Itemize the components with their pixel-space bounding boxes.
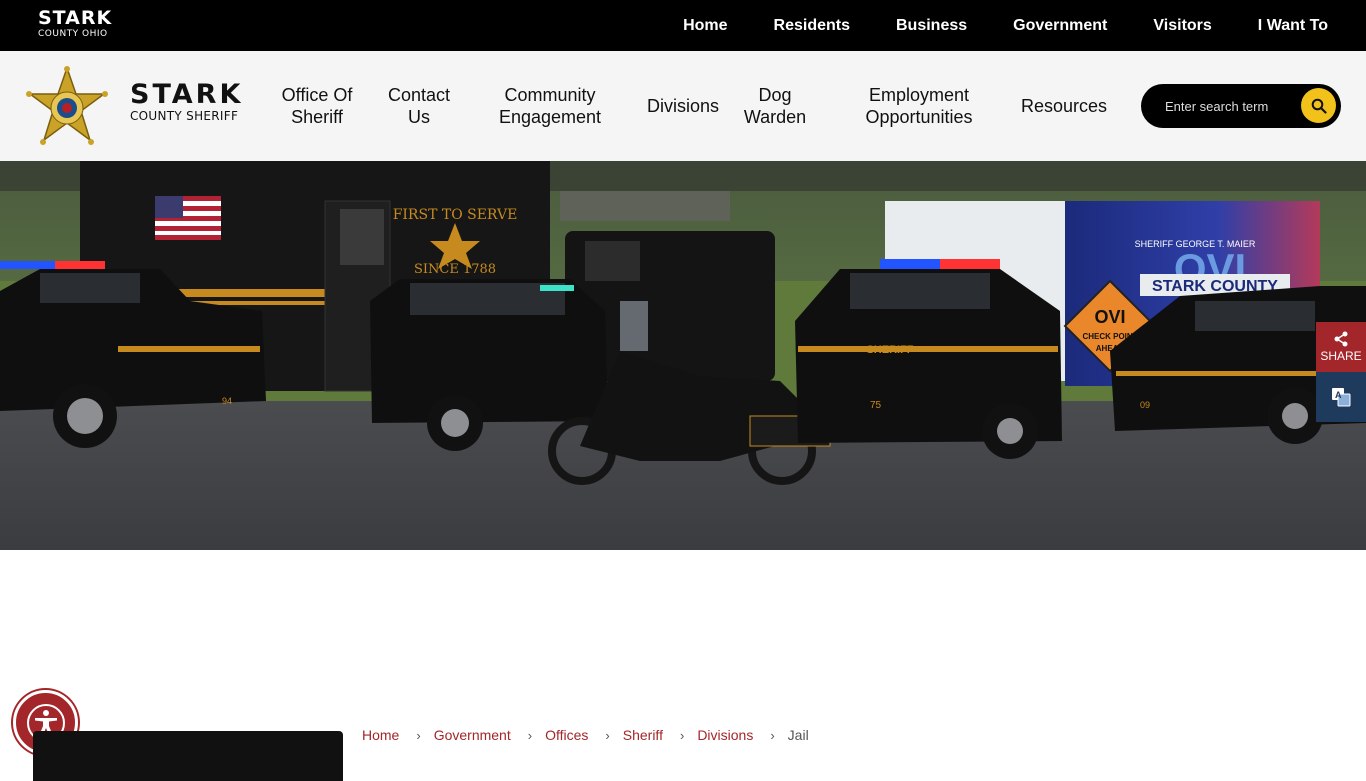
breadcrumb-separator-icon: › bbox=[679, 727, 685, 743]
trailer-since: SINCE 1788 bbox=[414, 262, 496, 277]
trailer-slogan: FIRST TO SERVE bbox=[393, 207, 518, 223]
search-button[interactable] bbox=[1301, 88, 1336, 123]
county-logo-sub: COUNTY OHIO bbox=[38, 29, 108, 39]
sheriff-brand[interactable]: STARK COUNTY SHERIFF bbox=[130, 79, 244, 124]
search-input[interactable] bbox=[1165, 96, 1305, 116]
breadcrumb-separator-icon: › bbox=[416, 727, 421, 743]
nav-employment-opportunities[interactable]: Employment Opportunities bbox=[855, 51, 983, 161]
nav-divisions[interactable]: Divisions bbox=[640, 51, 726, 161]
brand-sub: COUNTY SHERIFF bbox=[130, 109, 239, 123]
breadcrumb-home[interactable]: Home bbox=[362, 727, 399, 743]
car-text: SHERIFF bbox=[866, 344, 913, 356]
top-nav: Home Residents Business Government Visit… bbox=[637, 0, 1328, 51]
breadcrumb: Home › Government › Offices › Sheriff › … bbox=[362, 727, 809, 743]
translate-button[interactable]: A bbox=[1316, 372, 1366, 422]
top-nav-home[interactable]: Home bbox=[683, 17, 727, 35]
nav-label-line2: Us bbox=[407, 107, 430, 127]
hero-image: FIRST TO SERVE SINCE 1788 SHERIFF GEORGE… bbox=[0, 161, 1366, 550]
sign-line1: OVI bbox=[1094, 307, 1125, 327]
breadcrumb-current: Jail bbox=[787, 727, 809, 743]
plate-2: 75 bbox=[870, 400, 882, 411]
share-icon bbox=[1334, 331, 1348, 347]
top-nav-i-want-to[interactable]: I Want To bbox=[1258, 17, 1328, 35]
breadcrumb-separator-icon: › bbox=[605, 727, 610, 743]
top-nav-business[interactable]: Business bbox=[896, 17, 967, 35]
nav-contact-us[interactable]: Contact Us bbox=[378, 51, 460, 161]
breadcrumb-sheriff[interactable]: Sheriff bbox=[623, 727, 663, 743]
nav-resources[interactable]: Resources bbox=[1015, 51, 1113, 161]
nav-dog-warden[interactable]: Dog Warden bbox=[735, 51, 815, 161]
share-label: SHARE bbox=[1320, 349, 1362, 363]
sheriff-badge-icon[interactable] bbox=[24, 66, 110, 148]
breadcrumb-government[interactable]: Government bbox=[434, 727, 511, 743]
search-icon bbox=[1311, 98, 1327, 114]
nav-label-line2: Opportunities bbox=[865, 107, 973, 127]
top-bar: STARK COUNTY OHIO Home Residents Busines… bbox=[0, 0, 1366, 51]
nav-label-line1: Community bbox=[504, 85, 596, 105]
nav-label-line1: Contact bbox=[387, 85, 451, 105]
nav-label-line2: Sheriff bbox=[291, 107, 343, 127]
county-logo[interactable]: STARK COUNTY OHIO bbox=[38, 8, 112, 40]
breadcrumb-separator-icon: › bbox=[527, 727, 533, 743]
county-logo-name: STARK bbox=[38, 7, 113, 29]
svg-text:A: A bbox=[1335, 390, 1342, 400]
nav-label-line1: Dog bbox=[758, 85, 792, 105]
share-button[interactable]: SHARE bbox=[1316, 322, 1366, 372]
brand-name: STARK bbox=[130, 79, 244, 110]
hero-banner: FIRST TO SERVE SINCE 1788 SHERIFF GEORGE… bbox=[0, 161, 1366, 550]
breadcrumb-divisions[interactable]: Divisions bbox=[697, 727, 753, 743]
top-nav-government[interactable]: Government bbox=[1013, 17, 1107, 35]
nav-office-of-sheriff[interactable]: Office Of Sheriff bbox=[272, 51, 362, 161]
nav-label-line1: Resources bbox=[1020, 96, 1108, 116]
breadcrumb-separator-icon: › bbox=[770, 727, 775, 743]
side-navigation-panel bbox=[33, 731, 343, 781]
top-nav-visitors[interactable]: Visitors bbox=[1153, 17, 1211, 35]
translate-icon: A bbox=[1332, 388, 1351, 407]
plate-3: 09 bbox=[1140, 400, 1150, 410]
plate-1: 94 bbox=[222, 396, 232, 406]
nav-label-line1: Employment bbox=[868, 85, 970, 105]
breadcrumb-offices[interactable]: Offices bbox=[545, 727, 588, 743]
top-nav-residents[interactable]: Residents bbox=[774, 17, 850, 35]
nav-community-engagement[interactable]: Community Engagement bbox=[490, 51, 610, 161]
nav-label-line1: Divisions bbox=[646, 96, 720, 116]
nav-label-line2: Warden bbox=[743, 107, 807, 127]
nav-label-line1: Office Of bbox=[281, 85, 353, 105]
nav-label-line2: Engagement bbox=[498, 107, 602, 127]
site-header: STARK COUNTY SHERIFF Office Of Sheriff Co… bbox=[0, 51, 1366, 161]
